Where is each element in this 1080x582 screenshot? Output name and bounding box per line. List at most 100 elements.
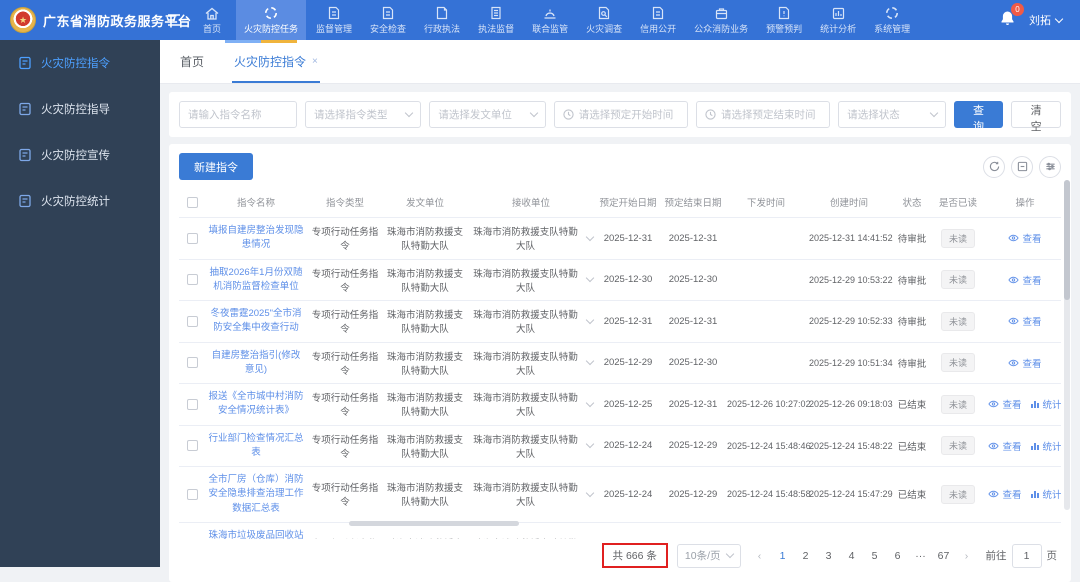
stats-action[interactable]: 统计 (1030, 487, 1061, 501)
issuing-unit: 珠海市消防救援支队特勤大队 (383, 217, 467, 260)
eye-icon (1008, 235, 1020, 242)
nav-label: 执法监督 (478, 24, 515, 34)
total-count-annotation: 共 666 条 (601, 543, 668, 568)
order-name-link[interactable]: 自建房整治指引(修改意见) (205, 342, 307, 384)
end-date: 2025-12-29 (661, 522, 725, 539)
page-size-select[interactable]: 10条/页 (676, 543, 741, 568)
nav-item-joint-regulation[interactable]: 联合监管 (524, 0, 576, 40)
nav-label: 信用公开 (640, 24, 677, 34)
page-button-3[interactable]: 3 (819, 545, 839, 567)
close-icon[interactable]: × (312, 56, 318, 67)
search-button[interactable]: 查询 (953, 101, 1004, 133)
nav-item-fire-investigation[interactable]: 火灾调查 (578, 0, 630, 40)
nav-item-credit-disclosure[interactable]: 信用公开 (632, 0, 684, 40)
tab-fire-control-orders[interactable]: 火灾防控指令 × (232, 53, 320, 83)
table-toolbar: 新建指令 (179, 153, 1061, 180)
issuing-unit-select[interactable]: 请选择发文单位 (429, 101, 546, 128)
vertical-scrollbar[interactable] (1064, 180, 1070, 510)
order-name-link[interactable]: 冬夜雷霆2025"全市消防安全集中夜查行动 (205, 300, 307, 343)
density-icon[interactable] (1011, 155, 1033, 178)
chevron-down-icon[interactable] (585, 357, 595, 366)
row-checkbox[interactable] (186, 315, 198, 327)
order-name-link[interactable]: 全市厂房（仓库）消防安全隐患排查治理工作数据汇总表 (205, 466, 307, 523)
table-panel: 新建指令 指令名称 指令类型 发文单位 接收单位 预定开始日期 预定结束日期 下… (169, 144, 1071, 582)
status-select[interactable]: 请选择状态 (838, 101, 946, 128)
page-button-4[interactable]: 4 (842, 545, 862, 567)
start-date: 2025-12-24 (595, 522, 661, 539)
row-checkbox[interactable] (186, 274, 198, 286)
nav-item-home[interactable]: 首页 (190, 0, 234, 40)
row-checkbox[interactable] (186, 440, 198, 452)
chevron-down-icon (529, 108, 538, 118)
app-header: ★ 广东省消防政务服务平台 首页 火灾防控任务 监督管理 安全检查 行政执法 执… (0, 0, 1080, 40)
row-checkbox[interactable] (186, 357, 198, 369)
sidebar-item-fire-control-orders[interactable]: 火灾防控指令 (0, 40, 160, 86)
table-row: 行业部门检查情况汇总表 专项行动任务指令 珠海市消防救援支队特勤大队 珠海市消防… (179, 425, 1061, 467)
select-all-checkbox[interactable] (186, 196, 198, 208)
sidebar-item-fire-control-publicity[interactable]: 火灾防控宣传 (0, 132, 160, 178)
nav-item-supervision[interactable]: 监督管理 (308, 0, 360, 40)
stats-action[interactable]: 统计 (1030, 439, 1061, 453)
bar-chart-icon (1030, 401, 1039, 409)
row-checkbox[interactable] (186, 398, 198, 410)
horizontal-scrollbar[interactable] (349, 521, 519, 526)
nav-item-statistics[interactable]: 统计分析 (812, 0, 864, 40)
user-menu[interactable]: 刘拓 (1029, 12, 1064, 28)
page-button-6[interactable]: 6 (888, 545, 908, 567)
row-checkbox[interactable] (186, 232, 198, 244)
new-order-button[interactable]: 新建指令 (179, 153, 253, 180)
nav-item-admin-enforcement[interactable]: 行政执法 (416, 0, 468, 40)
refresh-icon[interactable] (983, 155, 1005, 178)
date-placeholder: 请选择预定结束时间 (720, 109, 816, 121)
order-name-link[interactable]: 报送《全市城中村消防安全情况统计表》 (205, 383, 307, 426)
view-action[interactable]: 查看 (988, 487, 1022, 501)
view-action[interactable]: 查看 (1008, 273, 1042, 287)
table-row: 珠海市垃圾废品回收站点消防安全隐患排查治理工作数据汇总表 专项行动任务指令 珠海… (179, 522, 1061, 539)
chevron-down-icon[interactable] (585, 232, 595, 241)
nav-item-system-management[interactable]: 系统管理 (866, 0, 918, 40)
chevron-down-icon[interactable] (585, 274, 595, 283)
order-name-link[interactable]: 行业部门检查情况汇总表 (205, 425, 307, 467)
page-button-2[interactable]: 2 (796, 545, 816, 567)
chevron-down-icon[interactable] (585, 488, 595, 498)
page-button-67[interactable]: 67 (934, 545, 954, 567)
next-page-button[interactable]: › (957, 545, 977, 567)
prev-page-button[interactable]: ‹ (750, 545, 770, 567)
start-time-picker[interactable]: 请选择预定开始时间 (553, 101, 688, 128)
nav-item-fire-control-tasks[interactable]: 火灾防控任务 (236, 0, 307, 40)
order-name-link[interactable]: 抽取2026年1月份双随机消防监督检查单位 (205, 259, 307, 301)
nav-item-enforcement-oversight[interactable]: 执法监督 (470, 0, 522, 40)
view-action[interactable]: 查看 (1008, 356, 1042, 370)
page-button-5[interactable]: 5 (865, 545, 885, 567)
clear-button[interactable]: 清空 (1011, 101, 1061, 133)
chevron-down-icon[interactable] (585, 440, 595, 449)
sidebar-item-fire-control-guidance[interactable]: 火灾防控指导 (0, 86, 160, 132)
nav-item-early-warning[interactable]: 预警预判 (758, 0, 810, 40)
view-action[interactable]: 查看 (988, 439, 1022, 453)
view-action[interactable]: 查看 (1008, 231, 1042, 245)
status-text: 已结束 (891, 466, 933, 523)
nav-item-safety-check[interactable]: 安全检查 (362, 0, 414, 40)
chevron-down-icon[interactable] (585, 398, 595, 407)
order-name-link[interactable]: 珠海市垃圾废品回收站点消防安全隐患排查治理工作数据汇总表 (205, 522, 307, 539)
orders-table: 指令名称 指令类型 发文单位 接收单位 预定开始日期 预定结束日期 下发时间 创… (179, 187, 1061, 539)
order-name-input[interactable] (179, 101, 297, 128)
sidebar-item-fire-control-statistics[interactable]: 火灾防控统计 (0, 178, 160, 224)
chevron-down-icon[interactable] (585, 315, 595, 324)
page-button-1[interactable]: 1 (773, 545, 793, 567)
view-action[interactable]: 查看 (988, 397, 1022, 411)
row-checkbox[interactable] (186, 488, 198, 500)
order-name-link[interactable]: 填报自建房整治发现隐患情况 (205, 217, 307, 260)
col-status: 状态 (891, 187, 933, 218)
order-type-select[interactable]: 请选择指令类型 (305, 101, 422, 128)
sidebar-collapse-icon[interactable] (166, 13, 182, 27)
page-ellipsis[interactable]: ··· (911, 545, 931, 567)
end-time-picker[interactable]: 请选择预定结束时间 (695, 101, 831, 128)
column-settings-icon[interactable] (1039, 155, 1061, 178)
notification-bell-icon[interactable]: 0 (1000, 2, 1024, 31)
tab-home[interactable]: 首页 (178, 53, 206, 83)
jump-page-input[interactable] (1011, 543, 1042, 568)
nav-item-public-fire-services[interactable]: 公众消防业务 (686, 0, 756, 40)
view-action[interactable]: 查看 (1008, 314, 1042, 328)
stats-action[interactable]: 统计 (1030, 397, 1061, 411)
